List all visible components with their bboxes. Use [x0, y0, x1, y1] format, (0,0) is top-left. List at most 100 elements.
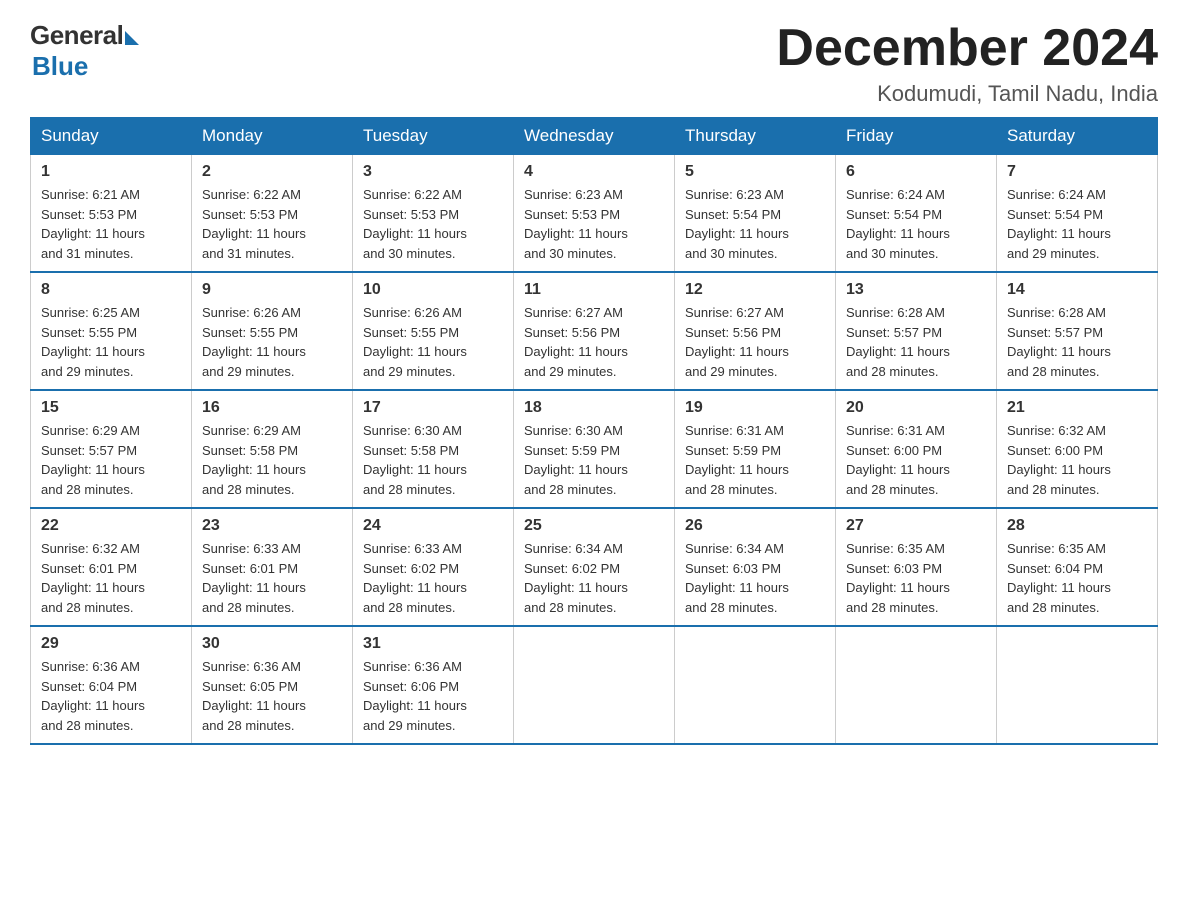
calendar-cell	[675, 626, 836, 744]
header-saturday: Saturday	[997, 118, 1158, 155]
header-tuesday: Tuesday	[353, 118, 514, 155]
calendar-cell: 1Sunrise: 6:21 AMSunset: 5:53 PMDaylight…	[31, 155, 192, 273]
day-number: 18	[524, 399, 664, 417]
day-number: 4	[524, 163, 664, 181]
day-number: 16	[202, 399, 342, 417]
calendar-cell: 19Sunrise: 6:31 AMSunset: 5:59 PMDayligh…	[675, 390, 836, 508]
calendar-cell: 15 Sunrise: 6:29 AMSunset: 5:57 PMDayligh…	[31, 390, 192, 508]
day-info: Sunrise: 6:32 AMSunset: 6:01 PMDaylight:…	[41, 539, 181, 617]
calendar-cell: 8 Sunrise: 6:25 AMSunset: 5:55 PMDaylight…	[31, 272, 192, 390]
day-number: 25	[524, 517, 664, 535]
day-number: 3	[363, 163, 503, 181]
calendar-cell: 5 Sunrise: 6:23 AMSunset: 5:54 PMDaylight…	[675, 155, 836, 273]
calendar-cell: 24Sunrise: 6:33 AMSunset: 6:02 PMDayligh…	[353, 508, 514, 626]
day-info: Sunrise: 6:35 AMSunset: 6:04 PMDaylight:…	[1007, 539, 1147, 617]
day-info: Sunrise: 6:23 AMSunset: 5:53 PMDaylight:…	[524, 185, 664, 263]
calendar-cell: 27 Sunrise: 6:35 AMSunset: 6:03 PMDayligh…	[836, 508, 997, 626]
calendar-week-1: 1Sunrise: 6:21 AMSunset: 5:53 PMDaylight…	[31, 155, 1158, 273]
calendar-cell: 6Sunrise: 6:24 AMSunset: 5:54 PMDaylight…	[836, 155, 997, 273]
calendar-cell: 4 Sunrise: 6:23 AMSunset: 5:53 PMDaylight…	[514, 155, 675, 273]
calendar-header-row: SundayMondayTuesdayWednesdayThursdayFrid…	[31, 118, 1158, 155]
title-block: December 2024 Kodumudi, Tamil Nadu, Indi…	[776, 20, 1158, 107]
location-title: Kodumudi, Tamil Nadu, India	[776, 81, 1158, 107]
logo-general-text: General	[30, 20, 123, 51]
calendar-cell: 17Sunrise: 6:30 AMSunset: 5:58 PMDayligh…	[353, 390, 514, 508]
day-info: Sunrise: 6:36 AMSunset: 6:06 PMDaylight:…	[363, 657, 503, 735]
day-number: 21	[1007, 399, 1147, 417]
calendar-cell: 9Sunrise: 6:26 AMSunset: 5:55 PMDaylight…	[192, 272, 353, 390]
day-info: Sunrise: 6:36 AMSunset: 6:04 PMDaylight:…	[41, 657, 181, 735]
header-wednesday: Wednesday	[514, 118, 675, 155]
day-info: Sunrise: 6:34 AMSunset: 6:02 PMDaylight:…	[524, 539, 664, 617]
day-number: 7	[1007, 163, 1147, 181]
day-info: Sunrise: 6:22 AMSunset: 5:53 PMDaylight:…	[202, 185, 342, 263]
calendar-cell: 7Sunrise: 6:24 AMSunset: 5:54 PMDaylight…	[997, 155, 1158, 273]
day-number: 1	[41, 163, 181, 181]
day-number: 26	[685, 517, 825, 535]
day-info: Sunrise: 6:30 AMSunset: 5:58 PMDaylight:…	[363, 421, 503, 499]
day-info: Sunrise: 6:33 AMSunset: 6:01 PMDaylight:…	[202, 539, 342, 617]
day-info: Sunrise: 6:32 AMSunset: 6:00 PMDaylight:…	[1007, 421, 1147, 499]
day-number: 15	[41, 399, 181, 417]
calendar-cell: 3 Sunrise: 6:22 AMSunset: 5:53 PMDaylight…	[353, 155, 514, 273]
day-number: 28	[1007, 517, 1147, 535]
calendar-cell: 2 Sunrise: 6:22 AMSunset: 5:53 PMDaylight…	[192, 155, 353, 273]
calendar-cell: 18Sunrise: 6:30 AMSunset: 5:59 PMDayligh…	[514, 390, 675, 508]
calendar-cell: 11 Sunrise: 6:27 AMSunset: 5:56 PMDayligh…	[514, 272, 675, 390]
logo: General Blue	[30, 20, 139, 82]
day-number: 12	[685, 281, 825, 299]
calendar-cell	[514, 626, 675, 744]
calendar-cell: 10Sunrise: 6:26 AMSunset: 5:55 PMDayligh…	[353, 272, 514, 390]
day-info: Sunrise: 6:23 AMSunset: 5:54 PMDaylight:…	[685, 185, 825, 263]
header-monday: Monday	[192, 118, 353, 155]
day-number: 11	[524, 281, 664, 299]
calendar-cell: 30Sunrise: 6:36 AMSunset: 6:05 PMDayligh…	[192, 626, 353, 744]
day-number: 9	[202, 281, 342, 299]
calendar-week-4: 22 Sunrise: 6:32 AMSunset: 6:01 PMDayligh…	[31, 508, 1158, 626]
calendar-cell: 25 Sunrise: 6:34 AMSunset: 6:02 PMDayligh…	[514, 508, 675, 626]
day-info: Sunrise: 6:26 AMSunset: 5:55 PMDaylight:…	[363, 303, 503, 381]
calendar-cell: 22 Sunrise: 6:32 AMSunset: 6:01 PMDayligh…	[31, 508, 192, 626]
day-number: 19	[685, 399, 825, 417]
day-info: Sunrise: 6:25 AMSunset: 5:55 PMDaylight:…	[41, 303, 181, 381]
day-number: 20	[846, 399, 986, 417]
logo-blue-text: Blue	[32, 51, 88, 82]
calendar-cell: 23 Sunrise: 6:33 AMSunset: 6:01 PMDayligh…	[192, 508, 353, 626]
day-number: 5	[685, 163, 825, 181]
day-number: 29	[41, 635, 181, 653]
day-info: Sunrise: 6:36 AMSunset: 6:05 PMDaylight:…	[202, 657, 342, 735]
calendar-cell: 31 Sunrise: 6:36 AMSunset: 6:06 PMDayligh…	[353, 626, 514, 744]
calendar-week-5: 29 Sunrise: 6:36 AMSunset: 6:04 PMDayligh…	[31, 626, 1158, 744]
logo-triangle-icon	[125, 31, 139, 45]
calendar-cell: 12 Sunrise: 6:27 AMSunset: 5:56 PMDayligh…	[675, 272, 836, 390]
day-number: 8	[41, 281, 181, 299]
calendar-cell: 29 Sunrise: 6:36 AMSunset: 6:04 PMDayligh…	[31, 626, 192, 744]
calendar-cell: 16 Sunrise: 6:29 AMSunset: 5:58 PMDayligh…	[192, 390, 353, 508]
day-number: 27	[846, 517, 986, 535]
day-info: Sunrise: 6:28 AMSunset: 5:57 PMDaylight:…	[846, 303, 986, 381]
day-info: Sunrise: 6:29 AMSunset: 5:57 PMDaylight:…	[41, 421, 181, 499]
day-number: 14	[1007, 281, 1147, 299]
day-info: Sunrise: 6:22 AMSunset: 5:53 PMDaylight:…	[363, 185, 503, 263]
day-info: Sunrise: 6:35 AMSunset: 6:03 PMDaylight:…	[846, 539, 986, 617]
calendar-cell: 21 Sunrise: 6:32 AMSunset: 6:00 PMDayligh…	[997, 390, 1158, 508]
day-number: 23	[202, 517, 342, 535]
day-info: Sunrise: 6:28 AMSunset: 5:57 PMDaylight:…	[1007, 303, 1147, 381]
day-number: 31	[363, 635, 503, 653]
calendar-week-2: 8 Sunrise: 6:25 AMSunset: 5:55 PMDaylight…	[31, 272, 1158, 390]
day-info: Sunrise: 6:27 AMSunset: 5:56 PMDaylight:…	[524, 303, 664, 381]
day-number: 22	[41, 517, 181, 535]
calendar-cell: 14 Sunrise: 6:28 AMSunset: 5:57 PMDayligh…	[997, 272, 1158, 390]
header-thursday: Thursday	[675, 118, 836, 155]
calendar-cell: 13Sunrise: 6:28 AMSunset: 5:57 PMDayligh…	[836, 272, 997, 390]
header-friday: Friday	[836, 118, 997, 155]
calendar-cell	[836, 626, 997, 744]
day-number: 24	[363, 517, 503, 535]
day-info: Sunrise: 6:29 AMSunset: 5:58 PMDaylight:…	[202, 421, 342, 499]
day-info: Sunrise: 6:31 AMSunset: 6:00 PMDaylight:…	[846, 421, 986, 499]
day-number: 6	[846, 163, 986, 181]
day-info: Sunrise: 6:27 AMSunset: 5:56 PMDaylight:…	[685, 303, 825, 381]
day-number: 2	[202, 163, 342, 181]
calendar-cell: 20 Sunrise: 6:31 AMSunset: 6:00 PMDayligh…	[836, 390, 997, 508]
calendar-cell	[997, 626, 1158, 744]
